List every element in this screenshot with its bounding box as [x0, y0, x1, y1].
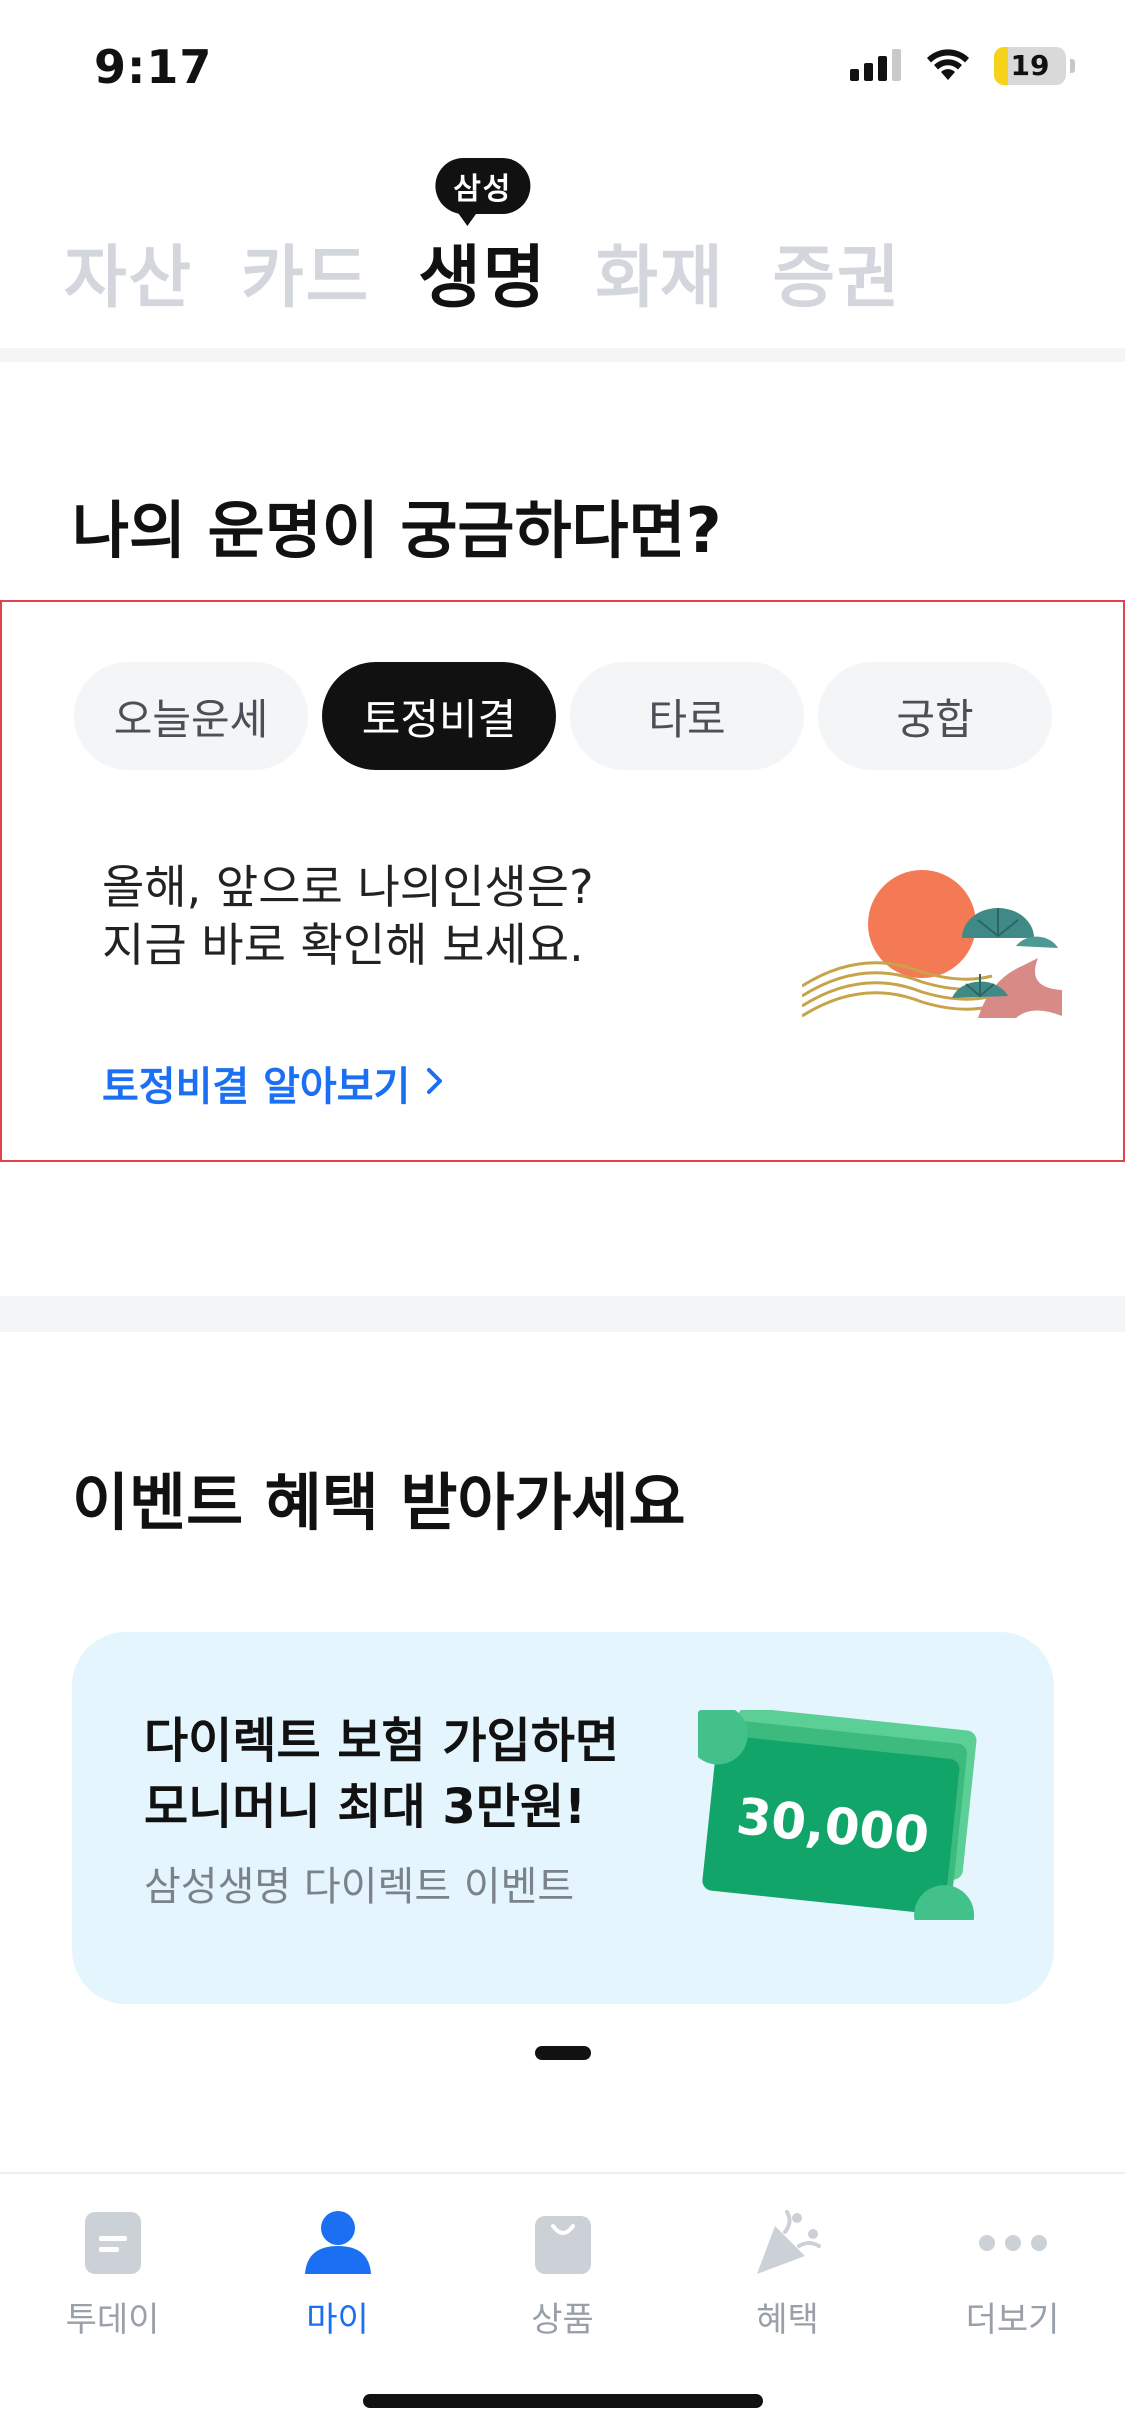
more-dots-icon [973, 2208, 1053, 2278]
tab-badge: 삼성 [435, 158, 531, 226]
fortune-link-label: 토정비결 알아보기 [102, 1064, 411, 1110]
tab-life-label: 생명 [418, 239, 548, 318]
nav-products-label: 상품 [531, 2300, 594, 2340]
sun-mountain-pine-illustration [801, 868, 1062, 1018]
tab-card[interactable]: 카드 [241, 222, 370, 321]
nav-more-label: 더보기 [965, 2300, 1060, 2340]
battery-tip [1070, 59, 1075, 73]
status-bar: 9:17 19 [0, 0, 1125, 140]
fortune-card: 오늘운세 토정비결 타로 궁합 올해, 앞으로 나의인생은? 지금 바로 확인해… [0, 600, 1125, 1162]
chip-compatibility[interactable]: 궁합 [818, 662, 1052, 770]
chip-tojeong[interactable]: 토정비결 [322, 662, 556, 770]
money-bills-illustration: 30,000 [687, 1704, 988, 1946]
section-divider-2 [0, 1296, 1125, 1332]
tab-asset[interactable]: 자산 [64, 222, 193, 321]
nav-today-label: 투데이 [65, 2300, 160, 2340]
fortune-description: 올해, 앞으로 나의인생은? 지금 바로 확인해 보세요. [102, 858, 593, 974]
company-tabs: 자산 카드 삼성 생명 화재 증권 [64, 158, 902, 321]
chip-today-fortune[interactable]: 오늘운세 [74, 662, 308, 770]
home-indicator [363, 2394, 763, 2408]
status-icons: 19 [850, 46, 1075, 86]
tab-life[interactable]: 삼성 생명 [418, 158, 548, 321]
person-icon [298, 2208, 378, 2278]
event-title-line-1: 다이렉트 보험 가입하면 [144, 1713, 620, 1769]
carousel-page-indicator [535, 2046, 591, 2060]
event-title: 다이렉트 보험 가입하면 모니머니 최대 3만원! [144, 1708, 619, 1840]
section-divider [0, 348, 1125, 362]
today-icon [73, 2208, 153, 2278]
event-banner-card[interactable]: 다이렉트 보험 가입하면 모니머니 최대 3만원! 삼성생명 다이렉트 이벤트 … [72, 1632, 1054, 2004]
battery-level: 19 [1010, 49, 1050, 82]
event-section-title: 이벤트 혜택 받아가세요 [72, 1466, 686, 1539]
nav-more[interactable]: 더보기 [900, 2174, 1125, 2436]
fortune-section-title: 나의 운명이 궁금하다면? [72, 494, 722, 567]
chevron-right-icon [426, 1060, 444, 1106]
event-subtitle: 삼성생명 다이렉트 이벤트 [144, 1864, 575, 1910]
tab-fire[interactable]: 화재 [595, 222, 724, 321]
fortune-line-2: 지금 바로 확인해 보세요. [102, 918, 584, 972]
fortune-learn-more-link[interactable]: 토정비결 알아보기 [102, 1054, 444, 1112]
nav-benefits-label: 혜택 [756, 2300, 819, 2340]
shopping-bag-icon [523, 2208, 603, 2278]
nav-my-label: 마이 [306, 2300, 369, 2340]
battery-icon: 19 [994, 47, 1066, 85]
fortune-chips: 오늘운세 토정비결 타로 궁합 [74, 662, 1052, 770]
status-time: 9:17 [94, 40, 213, 94]
tab-securities[interactable]: 증권 [773, 222, 902, 321]
nav-today[interactable]: 투데이 [0, 2174, 225, 2436]
party-popper-icon [748, 2208, 828, 2278]
signal-icon [850, 47, 902, 85]
event-title-line-2: 모니머니 최대 3만원! [144, 1779, 586, 1835]
chip-tarot[interactable]: 타로 [570, 662, 804, 770]
fortune-line-1: 올해, 앞으로 나의인생은? [102, 860, 594, 914]
wifi-icon [924, 46, 972, 86]
